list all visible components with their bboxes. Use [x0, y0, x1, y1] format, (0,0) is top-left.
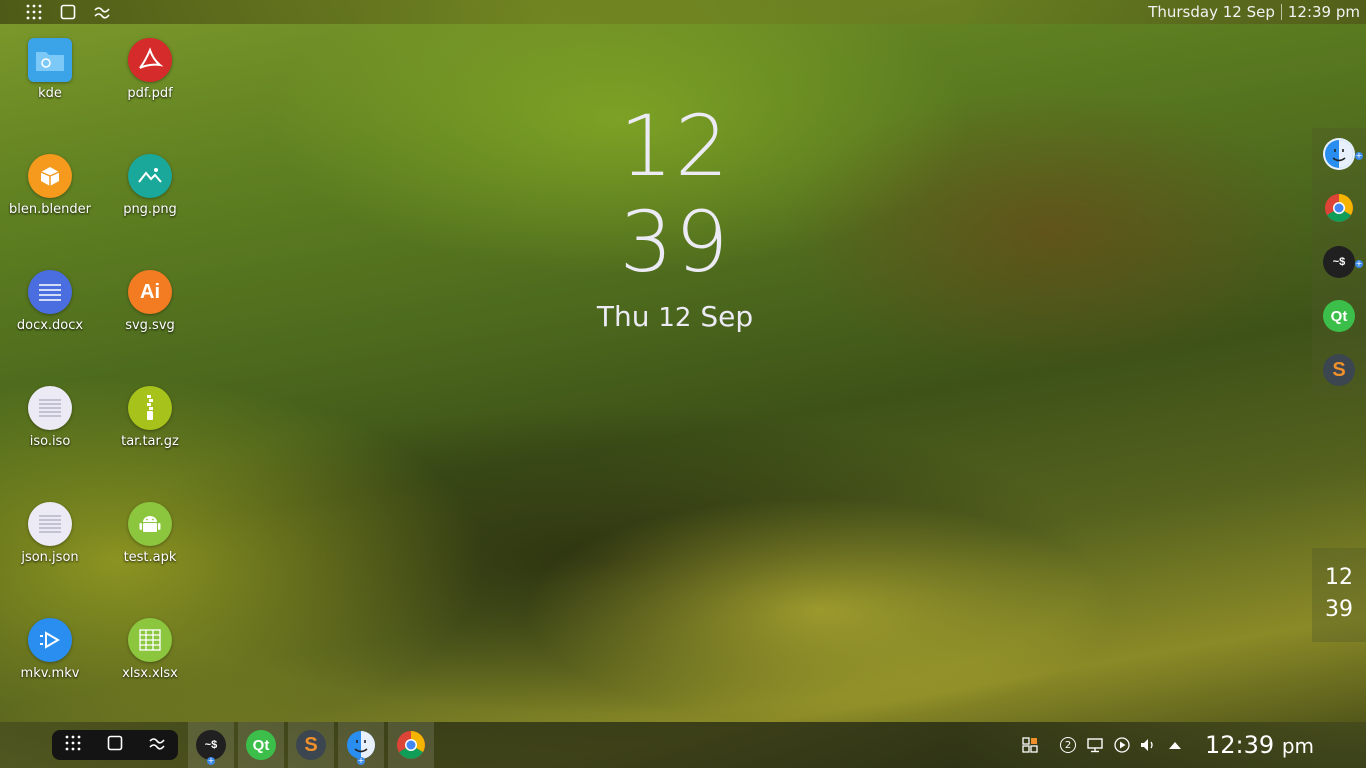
desktop-icon-apk[interactable]: test.apk	[100, 492, 200, 592]
desktop-icon-label: kde	[38, 86, 62, 101]
clock-month: Sep	[700, 300, 754, 333]
desktop-icon-xlsx[interactable]: xlsx.xlsx	[100, 608, 200, 708]
video-icon	[28, 618, 72, 662]
blender-icon	[28, 154, 72, 198]
taskbar-app-finder[interactable]: +	[338, 722, 384, 768]
dock-clock-hour: 12	[1325, 565, 1353, 590]
text-file-icon	[28, 502, 72, 546]
text-file-icon	[28, 386, 72, 430]
desktop-icon-label: iso.iso	[29, 434, 71, 449]
desktop-icon-label: docx.docx	[16, 318, 84, 333]
sublime-icon[interactable]: S	[1323, 354, 1355, 386]
taskbar-app-sublime[interactable]: S	[288, 722, 334, 768]
clock-date: Thu 12 Sep	[570, 300, 780, 333]
divider	[1280, 4, 1282, 20]
spreadsheet-icon	[128, 618, 172, 662]
top-time: 12:39 pm	[1287, 3, 1360, 21]
qt-icon: Qt	[246, 730, 276, 760]
taskbar-app-terminal[interactable]: ~$ +	[188, 722, 234, 768]
dock-clock-minute: 39	[1325, 597, 1353, 622]
folder-icon	[28, 38, 72, 82]
top-date: Thursday 12 Sep	[1148, 3, 1275, 21]
desktop-icon-label: png.png	[123, 202, 177, 217]
clock-widget: 12 39 Thu 12 Sep	[570, 98, 780, 333]
qt-icon[interactable]: Qt	[1323, 300, 1355, 332]
taskbar-app-chrome[interactable]	[388, 722, 434, 768]
window-overview-icon[interactable]	[58, 2, 78, 22]
show-desktop-icon[interactable]	[92, 2, 112, 22]
chrome-icon	[397, 731, 425, 759]
clock-hour: 12	[619, 97, 731, 195]
launcher-group	[52, 730, 178, 760]
taskbar-clock[interactable]: 12:39 pm	[1205, 731, 1314, 759]
app-grid-icon[interactable]	[64, 734, 82, 756]
terminal-icon[interactable]: ~$	[1323, 246, 1355, 278]
tray-widgets-icon[interactable]	[1020, 736, 1040, 754]
media-play-icon[interactable]	[1112, 736, 1132, 754]
top-panel: Thursday 12 Sep 12:39 pm	[0, 0, 1366, 24]
desktop-icon-label: svg.svg	[125, 318, 175, 333]
chrome-icon[interactable]	[1323, 192, 1355, 224]
desktop-icon-label: blen.blender	[9, 202, 91, 217]
desktop-icon-png[interactable]: png.png	[100, 144, 200, 244]
desktop-icon-json[interactable]: json.json	[0, 492, 100, 592]
taskbar: ~$ + Qt S + 2 12:39 pm	[0, 722, 1366, 768]
right-dock: + ~$ + Qt S	[1312, 128, 1366, 398]
desktop-icon-mkv[interactable]: mkv.mkv	[0, 608, 100, 708]
window-overview-icon[interactable]	[107, 735, 123, 755]
clock-minute: 39	[619, 193, 731, 291]
desktop-icon-iso[interactable]: iso.iso	[0, 376, 100, 476]
top-clock[interactable]: Thursday 12 Sep 12:39 pm	[1148, 3, 1360, 21]
image-icon	[128, 154, 172, 198]
document-icon	[28, 270, 72, 314]
archive-icon	[128, 386, 172, 430]
desktop-icon-docx[interactable]: docx.docx	[0, 260, 100, 360]
taskbar-app-qt[interactable]: Qt	[238, 722, 284, 768]
clock-day: Thu	[596, 300, 650, 333]
show-hidden-icons-icon[interactable]	[1165, 736, 1185, 754]
clock-date-number: 12	[658, 303, 692, 333]
desktop-icon-tar[interactable]: tar.tar.gz	[100, 376, 200, 476]
show-desktop-icon[interactable]	[148, 735, 166, 755]
desktop-icon-label: tar.tar.gz	[121, 434, 179, 449]
desktop-icon-pdf[interactable]: pdf.pdf	[100, 28, 200, 128]
notification-badge[interactable]: 2	[1060, 737, 1076, 753]
running-indicator: +	[207, 756, 215, 765]
running-indicator: +	[1355, 259, 1363, 268]
finder-icon[interactable]	[1323, 138, 1355, 170]
sublime-icon: S	[296, 730, 326, 760]
desktop-icon-blender[interactable]: blen.blender	[0, 144, 100, 244]
running-indicator: +	[1355, 151, 1363, 160]
desktop-icon-label: json.json	[21, 550, 79, 565]
desktop-icon-label: xlsx.xlsx	[122, 666, 178, 681]
app-grid-icon[interactable]	[24, 2, 44, 22]
desktop-icon-label: pdf.pdf	[127, 86, 173, 101]
android-icon	[128, 502, 172, 546]
taskbar-time: 12:39	[1205, 731, 1275, 759]
desktop-icon-svg[interactable]: Ai svg.svg	[100, 260, 200, 360]
desktop-icon-label: test.apk	[123, 550, 177, 565]
taskbar-ampm: pm	[1281, 734, 1314, 758]
pdf-icon	[128, 38, 172, 82]
network-icon[interactable]	[1085, 736, 1105, 754]
illustrator-icon: Ai	[128, 270, 172, 314]
running-indicator: +	[357, 756, 365, 765]
desktop-icon-label: mkv.mkv	[20, 666, 80, 681]
dock-clock: 12 39	[1312, 548, 1366, 642]
desktop-icon-kde[interactable]: kde	[0, 28, 100, 128]
volume-icon[interactable]	[1138, 736, 1158, 754]
